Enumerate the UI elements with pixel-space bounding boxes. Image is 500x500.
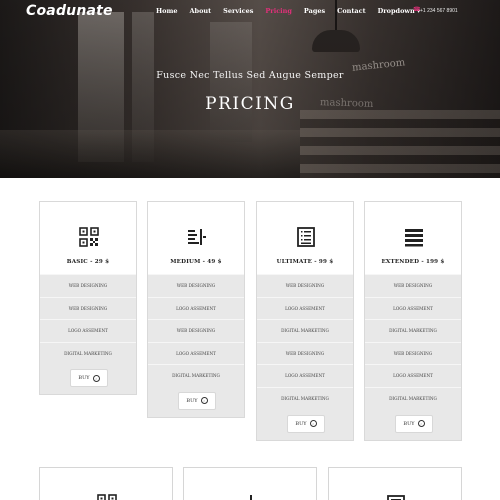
nav-item-pages[interactable]: Pages [304,7,325,15]
pricing-card [183,467,317,500]
site-logo[interactable]: Coadunate [26,3,113,19]
menu-lines-icon [404,227,424,247]
nav-item-about[interactable]: About [190,7,212,15]
text-cursor-icon [250,495,252,500]
pricing-card: ULTIMATE - 99 $ WEB DESIGNING LOGO ASSEMEN… [256,201,354,441]
nav-item-home[interactable]: Home [156,7,178,15]
text-cursor-icon [187,227,207,247]
plan-feature: WEB DESIGNING [40,296,136,320]
page-title: PRICING [205,94,295,114]
qr-code-icon [97,494,117,500]
plan-name: MEDIUM - 49 $ [170,259,222,265]
list-document-icon [387,495,405,500]
buy-row: BUY › [257,410,353,440]
top-navbar: Coadunate Home About Services Pricing Pa… [0,0,500,24]
buy-button-label: BUY [403,420,415,427]
plan-feature: DIGITAL MARKETING [257,319,353,342]
plan-feature: LOGO ASSEMENT [148,341,244,365]
buy-button[interactable]: BUY › [395,414,433,433]
plan-name: EXTENDED - 199 $ [381,259,445,265]
buy-button[interactable]: BUY › [70,369,108,388]
pricing-card [39,467,173,500]
plan-feature: LOGO ASSEMENT [257,296,353,320]
plan-name: ULTIMATE - 99 $ [276,259,334,265]
plan-feature: LOGO ASSEMENT [365,364,461,387]
hero-overlay [0,0,500,178]
nav-item-contact[interactable]: Contact [337,7,365,15]
nav-item-services[interactable]: Services [223,7,253,15]
buy-row: BUY › [148,387,244,417]
qr-code-icon [79,227,99,247]
plan-feature: WEB DESIGNING [148,319,244,342]
list-document-icon [296,227,316,247]
pricing-card [328,467,462,500]
pricing-card: EXTENDED - 199 $ WEB DESIGNING LOGO ASSEME… [364,201,462,441]
plan-feature: DIGITAL MARKETING [257,386,353,410]
buy-button-label: BUY [186,397,198,404]
buy-button[interactable]: BUY › [287,414,325,433]
nav-item-pricing[interactable]: Pricing [265,7,291,15]
plan-feature: DIGITAL MARKETING [365,319,461,342]
pricing-card: BASIC - 29 $ WEB DESIGNING WEB DESIGNING LO… [39,201,137,396]
plan-feature: LOGO ASSEMENT [40,319,136,342]
pricing-card-header: BASIC - 29 $ [40,202,136,274]
hero-banner: mashroom mashroom Fusce Nec Tellus Sed A… [0,0,500,178]
buy-button-label: BUY [78,375,90,382]
pricing-card-header: EXTENDED - 199 $ [365,202,461,274]
nav-item-dropdown-label: Dropdown [377,7,415,15]
hero-subtitle: Fusce Nec Tellus Sed Augue Semper [156,70,344,81]
buy-row: BUY › [40,364,136,394]
pricing-card: MEDIUM - 49 $ WEB DESIGNING LOGO ASSEMENT W… [147,201,245,418]
buy-button[interactable]: BUY › [178,391,216,410]
pricing-card-header: MEDIUM - 49 $ [148,202,244,274]
plan-feature: WEB DESIGNING [40,274,136,297]
buy-button-label: BUY [295,420,307,427]
plan-feature: DIGITAL MARKETING [148,364,244,387]
arrow-circle-icon: › [92,374,100,382]
arrow-circle-icon: › [200,397,208,405]
pricing-card-header: ULTIMATE - 99 $ [257,202,353,274]
main-menu: Home About Services Pricing Pages Contac… [156,7,432,15]
plan-feature: WEB DESIGNING [257,341,353,365]
arrow-circle-icon: › [309,420,317,428]
plan-feature: LOGO ASSEMENT [365,296,461,320]
arrow-circle-icon: › [417,420,425,428]
plan-feature: DIGITAL MARKETING [365,386,461,410]
plan-feature: WEB DESIGNING [365,274,461,297]
plan-feature: WEB DESIGNING [365,341,461,365]
buy-row: BUY › [365,410,461,440]
plan-feature: LOGO ASSEMENT [148,296,244,320]
phone-icon: ☎ [413,7,421,13]
phone-number: +1 234 567 8901 [420,8,458,14]
plan-name: BASIC - 29 $ [66,259,110,265]
plan-feature: LOGO ASSEMENT [257,364,353,387]
plan-feature: WEB DESIGNING [148,274,244,297]
plan-feature: DIGITAL MARKETING [40,341,136,365]
plan-feature: WEB DESIGNING [257,274,353,297]
